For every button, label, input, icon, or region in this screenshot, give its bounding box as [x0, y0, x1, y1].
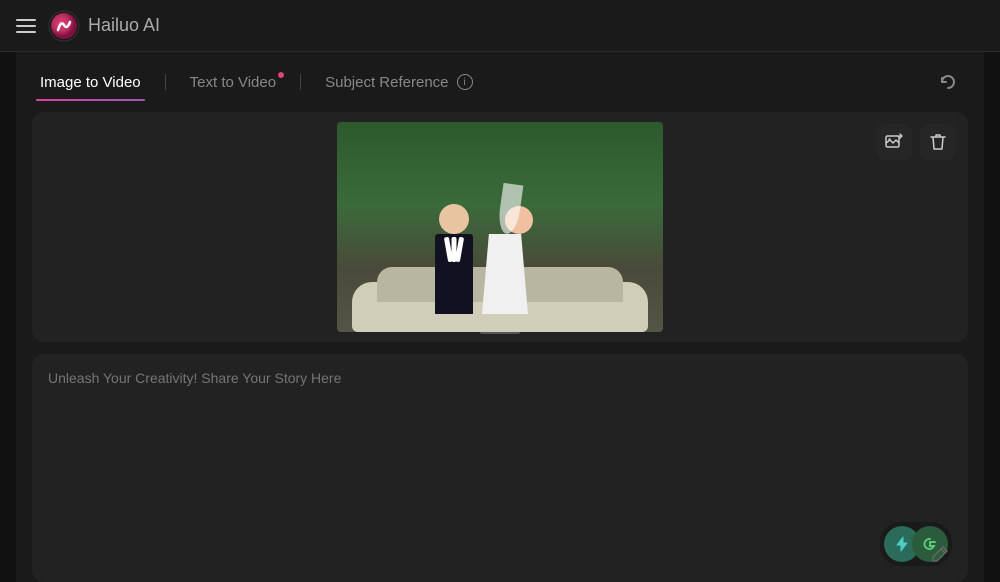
refresh-button[interactable] [932, 66, 964, 98]
image-replace-icon [885, 133, 903, 151]
photo-simulation [337, 122, 663, 332]
app-name: Hailuo AI [88, 15, 160, 36]
tab-subject-reference[interactable]: Subject Reference i [321, 66, 476, 99]
prompt-actions [48, 514, 952, 566]
content-area: Image to Video Text to Video Subject Ref… [16, 52, 984, 582]
pen-icon [931, 545, 949, 563]
app-header: Hailuo AI [0, 0, 1000, 52]
tabs-bar: Image to Video Text to Video Subject Ref… [32, 52, 968, 112]
tab-new-dot [278, 72, 284, 78]
pen-button[interactable] [928, 542, 952, 566]
image-upload-area [32, 112, 968, 342]
main-layout: Image to Video Text to Video Subject Ref… [0, 52, 1000, 582]
info-icon[interactable]: i [457, 74, 473, 90]
trash-icon [930, 133, 946, 151]
logo: Hailuo AI [48, 10, 160, 42]
hailuo-logo-icon [48, 10, 80, 42]
tab-divider-1 [165, 74, 166, 90]
menu-button[interactable] [16, 19, 36, 33]
uploaded-image [337, 122, 663, 332]
tab-divider-2 [300, 74, 301, 90]
image-tools [876, 124, 956, 160]
sidebar-strip [0, 52, 16, 582]
tab-text-to-video[interactable]: Text to Video [186, 66, 280, 99]
right-sidebar-strip [984, 52, 1000, 582]
lightning-icon [893, 535, 911, 553]
refresh-icon [938, 72, 958, 92]
prompt-area [32, 354, 968, 582]
replace-image-button[interactable] [876, 124, 912, 160]
header-left: Hailuo AI [16, 10, 160, 42]
tab-image-to-video[interactable]: Image to Video [36, 66, 145, 99]
delete-image-button[interactable] [920, 124, 956, 160]
prompt-input[interactable] [48, 370, 952, 514]
